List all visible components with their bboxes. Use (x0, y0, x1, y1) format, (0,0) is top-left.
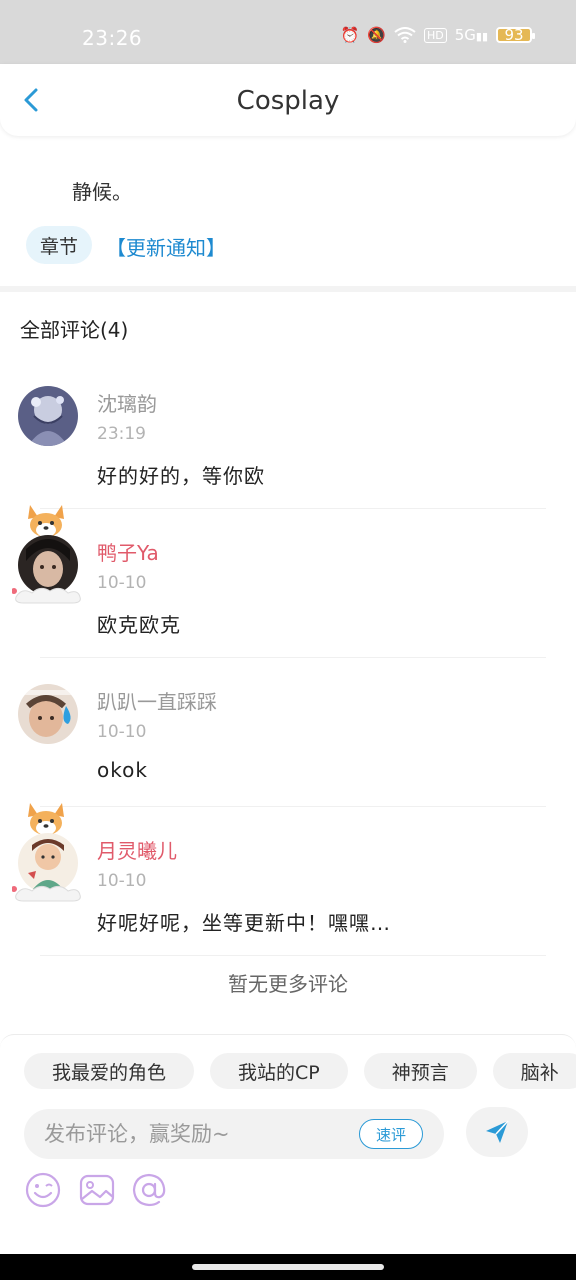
avatar[interactable] (16, 682, 82, 748)
wifi-icon (394, 27, 416, 43)
send-icon (486, 1120, 509, 1143)
image-icon[interactable] (78, 1171, 116, 1209)
comment-time: 10-10 (97, 871, 147, 891)
chapter-intro-text: 静候。 (72, 180, 132, 204)
cloud-frame-icon (12, 885, 81, 902)
hd-icon: HD (423, 27, 447, 43)
quick-tag-chip[interactable]: 脑补 (492, 1053, 576, 1089)
update-notice-link[interactable]: 【更新通知】 (106, 232, 226, 261)
quick-tag-chip[interactable]: 我最爱的角色 (24, 1053, 195, 1089)
comment-composer: 我最爱的角色 我站的CP 神预言 脑补 速评 (0, 1034, 576, 1254)
no-more-comments-label: 暂无更多评论 (228, 972, 348, 996)
comment-text: 欧克欧克 (97, 613, 181, 637)
status-icons: ⏰ 🔕 HD 5G▮▮ 93 (340, 26, 535, 44)
avatar-image (18, 386, 78, 446)
network-label: 5G (454, 26, 476, 44)
comment-time: 23:19 (97, 424, 146, 444)
comment-text: 好的好的，等你欧 (97, 464, 265, 488)
nav-bar: Cosplay (0, 64, 576, 136)
avatar-image (18, 684, 78, 744)
mention-icon[interactable] (130, 1171, 168, 1209)
corgi-frame-icon (28, 505, 64, 537)
commenter-name[interactable]: 沈璃韵 (97, 388, 157, 417)
avatar[interactable] (16, 384, 82, 450)
commenter-name[interactable]: 趴趴一直踩踩 (97, 686, 217, 715)
battery-icon: 93 (496, 26, 535, 44)
comment-divider (40, 955, 546, 956)
avatar[interactable] (12, 803, 82, 902)
section-divider (0, 286, 576, 292)
comment-divider (40, 806, 546, 807)
comment-time: 10-10 (97, 573, 147, 593)
page-title: Cosplay (236, 86, 340, 116)
home-indicator[interactable] (192, 1264, 384, 1270)
comment-item[interactable]: 沈璃韵 23:19 好的好的，等你欧 (0, 384, 576, 532)
comment-time: 10-10 (97, 722, 147, 742)
commenter-name[interactable]: 月灵曦儿 (97, 835, 177, 864)
comment-divider (40, 657, 546, 658)
commenter-name[interactable]: 鸭子Ya (97, 537, 159, 566)
comment-item[interactable]: 月灵曦儿 10-10 好呢好呢，坐等更新中！嘿嘿… (0, 803, 576, 979)
quick-review-button[interactable]: 速评 (359, 1119, 423, 1149)
status-time: 23:26 (82, 26, 143, 50)
quick-tag-chip[interactable]: 神预言 (363, 1053, 477, 1089)
comment-item[interactable]: 鸭子Ya 10-10 欧克欧克 (0, 505, 576, 681)
send-button[interactable] (466, 1107, 528, 1157)
emoji-icon[interactable] (24, 1171, 62, 1209)
chapter-chip[interactable]: 章节 (26, 226, 92, 264)
status-bar: 23:26 ⏰ 🔕 HD 5G▮▮ 93 (0, 0, 576, 64)
quick-tag-chip[interactable]: 我站的CP (210, 1053, 348, 1089)
avatar[interactable] (12, 505, 82, 604)
comment-divider (40, 508, 546, 509)
comment-text: 好呢好呢，坐等更新中！嘿嘿… (97, 911, 391, 935)
battery-level: 93 (504, 26, 524, 44)
alarm-icon: ⏰ (340, 26, 360, 44)
cloud-frame-icon (12, 587, 81, 604)
corgi-frame-icon (28, 803, 64, 835)
quick-tag-row: 我最爱的角色 我站的CP 神预言 脑补 (24, 1053, 576, 1089)
comments-header: 全部评论(4) (20, 318, 129, 342)
mute-icon: 🔕 (367, 26, 386, 44)
comment-text: okok (97, 758, 148, 782)
signal-icon: 5G▮▮ (454, 26, 488, 44)
comment-item[interactable]: 趴趴一直踩踩 10-10 okok (0, 682, 576, 830)
